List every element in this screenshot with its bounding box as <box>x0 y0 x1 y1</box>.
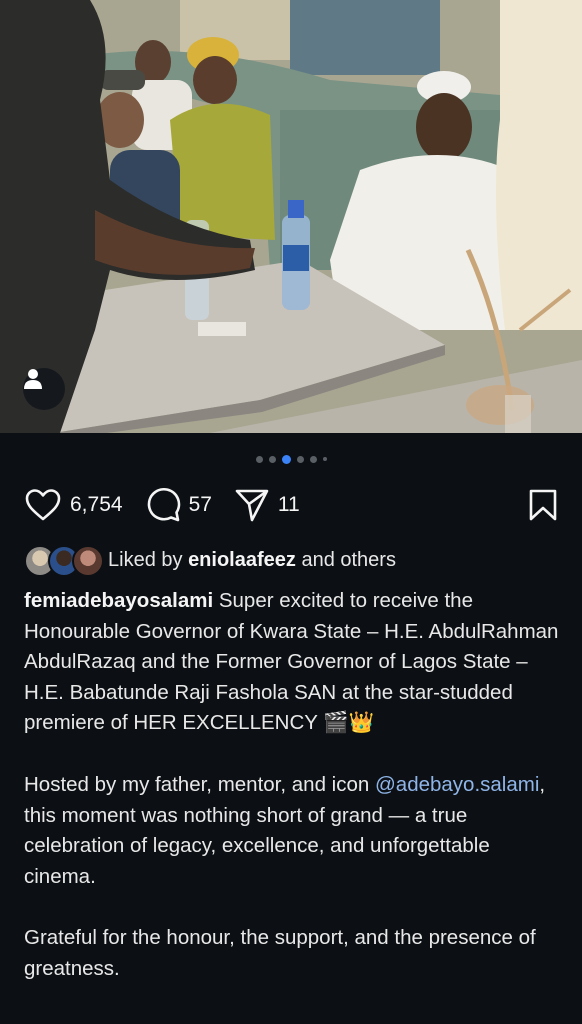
liker-avatars <box>24 544 108 577</box>
mention-link[interactable]: @adebayo.salami <box>375 773 539 796</box>
carousel-indicator <box>0 454 582 464</box>
action-bar: 6,754 57 11 <box>24 484 558 526</box>
carousel-dot <box>309 455 317 463</box>
user-tag-icon <box>24 369 42 389</box>
carousel-dot <box>296 455 304 463</box>
comment-button[interactable]: 57 <box>145 487 212 523</box>
send-icon <box>235 489 269 522</box>
heart-icon <box>25 489 61 521</box>
liked-by-suffix[interactable]: and others <box>301 549 396 572</box>
carousel-dot-active <box>281 454 291 464</box>
photo-scene <box>0 0 582 433</box>
caption-username[interactable]: femiadebayosalami <box>24 589 213 612</box>
carousel-dot <box>322 457 327 461</box>
share-button[interactable]: 11 <box>234 487 300 523</box>
save-button[interactable] <box>528 488 558 522</box>
caption-text: Grateful for the honour, the support, an… <box>24 926 536 980</box>
post-caption: femiadebayosalami Super excited to recei… <box>24 586 564 985</box>
liked-by-prefix: Liked by <box>108 548 183 571</box>
bookmark-icon <box>529 489 557 521</box>
comment-icon <box>147 487 180 522</box>
avatar <box>72 545 104 577</box>
liked-by-user[interactable]: eniolaafeez <box>188 549 296 572</box>
post-photo[interactable] <box>0 0 582 433</box>
liked-by-row[interactable]: Liked by eniolaafeez and others <box>24 543 396 577</box>
share-count[interactable]: 11 <box>278 493 300 517</box>
comment-count[interactable]: 57 <box>189 493 212 517</box>
carousel-dot <box>268 455 276 463</box>
user-tags-button[interactable] <box>23 368 65 410</box>
caption-text: Hosted by my father, mentor, and icon <box>24 772 370 796</box>
like-button[interactable]: 6,754 <box>24 488 123 522</box>
carousel-dot <box>255 455 263 463</box>
like-count[interactable]: 6,754 <box>70 493 123 517</box>
